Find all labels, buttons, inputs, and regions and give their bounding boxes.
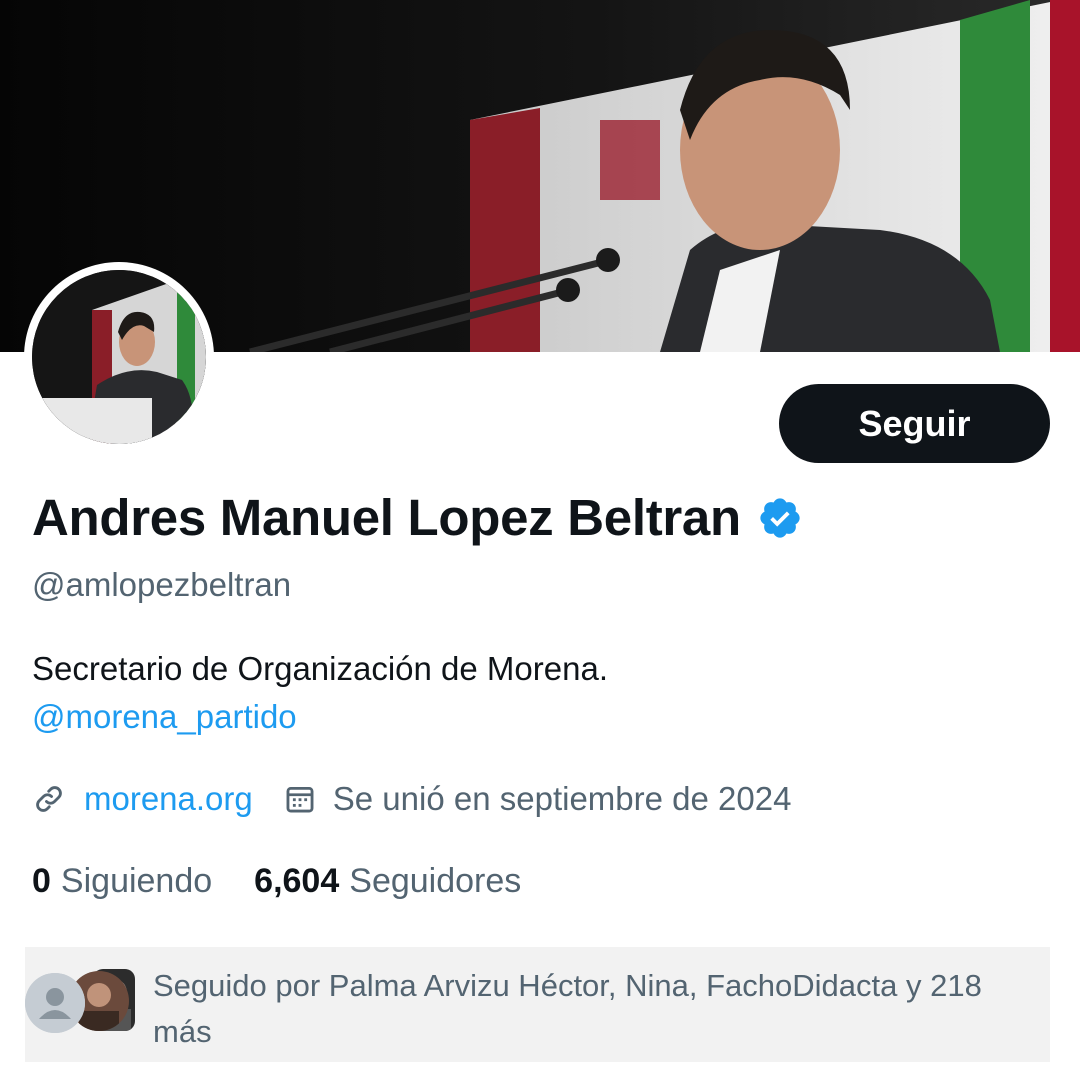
bio-mention-link[interactable]: @morena_partido [32,693,608,741]
avatar-photo [32,270,206,444]
followers-label: Seguidores [349,862,522,900]
follow-stats: 0 Siguiendo 6,604 Seguidores [32,862,521,901]
default-avatar-icon [25,973,85,1033]
following-count: 0 [32,862,51,900]
followed-by-text: Seguido por Palma Arvizu Héctor, Nina, F… [153,968,982,1049]
follow-button[interactable]: Seguir [779,384,1050,463]
profile-meta-row: morena.org Se unió en septiembre de 2024 [32,780,791,818]
follower-avatar-1 [25,973,85,1033]
following-label: Siguiendo [60,862,213,900]
avatar-ring[interactable] [24,262,214,452]
following-stat[interactable]: 0 Siguiendo [32,862,212,901]
bio-text: Secretario de Organización de Morena. [32,650,608,687]
profile-name-row: Andres Manuel Lopez Beltran [32,488,803,547]
website-link[interactable]: morena.org [84,780,253,818]
followers-count: 6,604 [254,862,340,900]
join-date: Se unió en septiembre de 2024 [332,780,792,817]
profile-bio: Secretario de Organización de Morena. @m… [32,645,608,741]
verified-badge-icon[interactable] [757,495,803,541]
followed-by-panel[interactable]: Seguido por Palma Arvizu Héctor, Nina, F… [25,947,1050,1062]
link-icon [36,786,62,812]
profile-handle: @amlopezbeltran [32,566,292,603]
followers-stat[interactable]: 6,604 Seguidores [254,862,521,901]
avatar[interactable] [32,270,206,444]
calendar-icon [286,786,314,813]
display-name: Andres Manuel Lopez Beltran [32,489,741,546]
